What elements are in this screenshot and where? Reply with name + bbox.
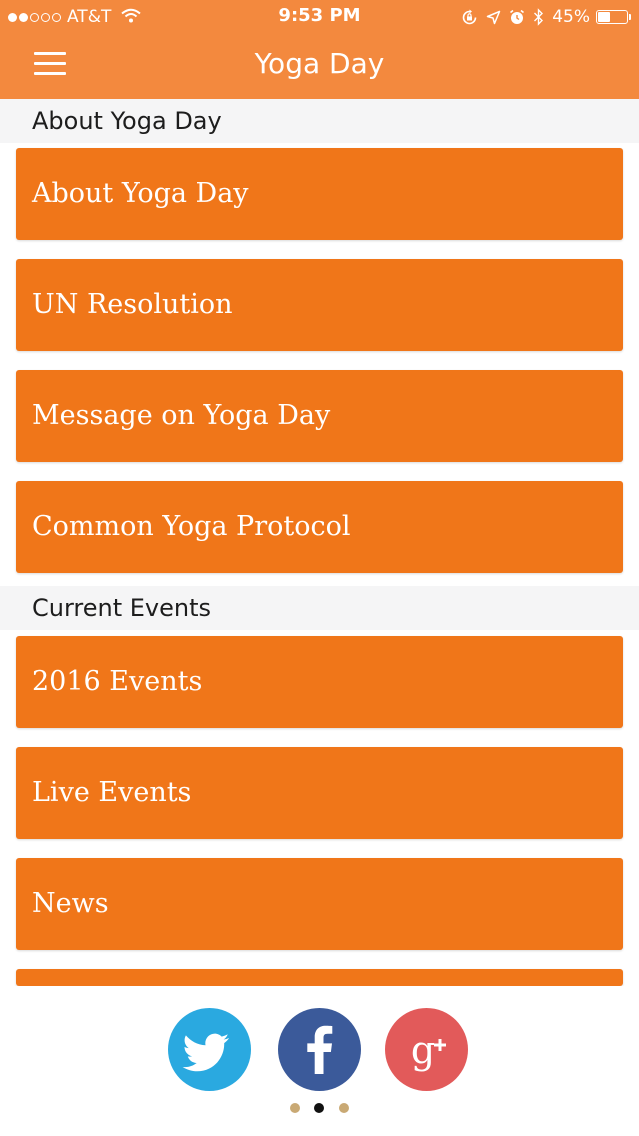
battery-icon — [596, 10, 628, 24]
google-plus-button[interactable]: g — [385, 1008, 468, 1091]
page-dot[interactable] — [314, 1103, 324, 1113]
battery-level — [598, 12, 610, 22]
menu-item-live-events[interactable]: Live Events — [16, 747, 623, 839]
section-header-current-events: Current Events — [0, 586, 639, 630]
battery-tip — [629, 14, 631, 20]
bluetooth-icon — [533, 8, 544, 26]
menu-item-un-resolution[interactable]: UN Resolution — [16, 259, 623, 351]
google-plus-icon: g — [411, 1028, 446, 1072]
menu-item-about-yoga-day[interactable]: About Yoga Day — [16, 148, 623, 240]
location-arrow-icon — [486, 10, 501, 25]
section-header-about: About Yoga Day — [0, 99, 639, 143]
menu-item-news[interactable]: News — [16, 858, 623, 950]
page-dot[interactable] — [290, 1103, 300, 1113]
menu-item-common-yoga-protocol[interactable]: Common Yoga Protocol — [16, 481, 623, 573]
facebook-icon — [307, 1025, 333, 1074]
page-title: Yoga Day — [254, 47, 385, 80]
alarm-clock-icon — [509, 9, 525, 25]
menu-item-partial[interactable] — [16, 969, 623, 986]
rotation-lock-icon — [461, 9, 478, 26]
twitter-button[interactable] — [168, 1008, 251, 1091]
page-dot[interactable] — [339, 1103, 349, 1113]
twitter-icon — [182, 1033, 229, 1072]
menu-item-message-on-yoga-day[interactable]: Message on Yoga Day — [16, 370, 623, 462]
social-footer: g — [0, 986, 639, 1136]
menu-item-2016-events[interactable]: 2016 Events — [16, 636, 623, 728]
app-header: AT&T 9:53 PM 45% Yoga Day — [0, 0, 639, 99]
facebook-button[interactable] — [278, 1008, 361, 1091]
status-indicators: 45% — [461, 6, 631, 28]
battery-percent: 45% — [552, 7, 590, 27]
svg-text:g: g — [411, 1028, 435, 1072]
